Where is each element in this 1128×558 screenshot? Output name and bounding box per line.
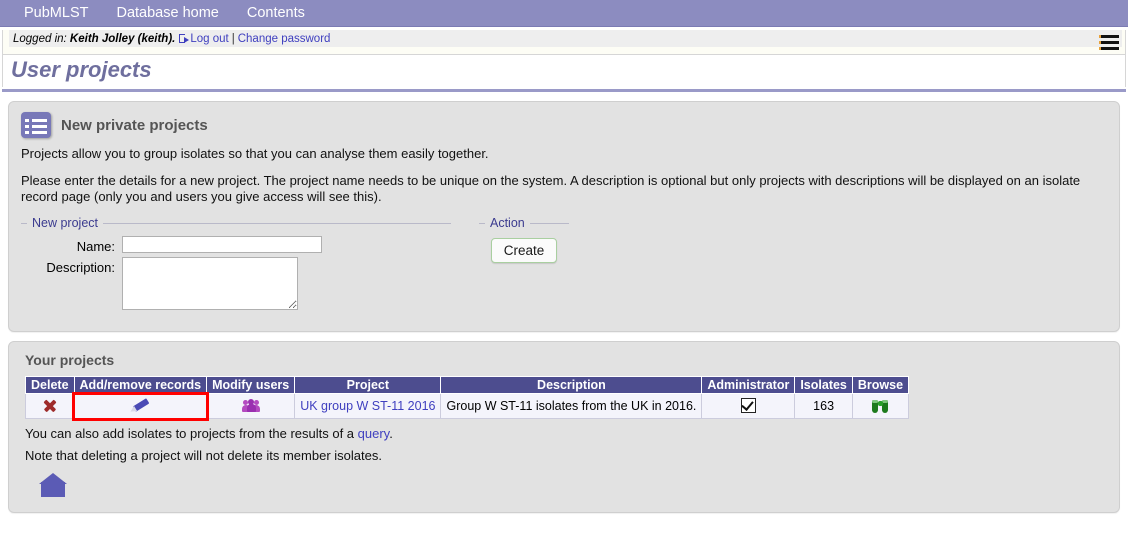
page-title: User projects: [11, 57, 152, 82]
logout-icon: [179, 33, 190, 44]
hamburger-bar: [1099, 41, 1119, 44]
title-divider: [2, 89, 1126, 92]
projects-description-paragraph-1: Projects allow you to group isolates so …: [21, 146, 489, 161]
description-label: Description:: [46, 260, 115, 275]
nav-item-database-home[interactable]: Database home: [102, 5, 232, 21]
page-title-container: User projects: [2, 55, 1126, 87]
users-icon[interactable]: [241, 398, 260, 413]
action-legend: Action: [490, 216, 525, 230]
column-header-add-remove-records: Add/remove records: [73, 376, 208, 394]
logged-in-username: Keith Jolley (keith).: [69, 32, 176, 45]
new-project-legend: New project: [32, 216, 98, 230]
column-header-description: Description: [440, 376, 703, 394]
name-label: Name:: [76, 239, 115, 254]
home-icon[interactable]: [39, 473, 67, 497]
new-project-fieldset: New project Name: Description:: [21, 216, 451, 319]
home-bar: [39, 473, 1107, 500]
cell-browse[interactable]: [851, 393, 910, 419]
cell-modify-users[interactable]: [206, 393, 296, 419]
panel-header: New private projects: [21, 112, 1107, 138]
project-link[interactable]: UK group W ST-11 2016: [300, 399, 435, 413]
cell-project[interactable]: UK group W ST-11 2016: [294, 393, 442, 419]
checked-checkbox-icon: [740, 398, 756, 413]
nav-item-pubmlst[interactable]: PubMLST: [10, 5, 102, 21]
login-bar-separator: |: [231, 32, 235, 45]
pencil-icon[interactable]: [130, 399, 150, 413]
login-bar-container: Logged in: Keith Jolley (keith). Log out…: [2, 30, 1126, 55]
description-field-row: Description:: [27, 257, 445, 310]
query-footnote-text-after: .: [389, 426, 393, 441]
hamburger-bar: [1099, 35, 1119, 38]
login-bar: Logged in: Keith Jolley (keith). Log out…: [9, 30, 1122, 47]
action-fieldset: Action Create: [479, 216, 569, 269]
new-private-projects-panel: New private projects Projects allow you …: [8, 101, 1120, 332]
name-field-row: Name:: [27, 236, 445, 254]
query-footnote: You can also add isolates to projects fr…: [25, 426, 1107, 441]
hamburger-bar: [1099, 47, 1119, 50]
cell-description: Group W ST-11 isolates from the UK in 20…: [440, 393, 703, 419]
red-x-icon[interactable]: [43, 399, 56, 412]
cell-add-remove-records[interactable]: [72, 391, 209, 421]
hamburger-menu-icon[interactable]: [1099, 32, 1121, 52]
column-header-administrator: Administrator: [701, 376, 796, 394]
column-header-modify-users: Modify users: [206, 376, 296, 394]
logged-in-label: Logged in:: [13, 32, 67, 45]
new-project-form: New project Name: Description: Action Cr…: [21, 216, 1107, 319]
project-description-textarea[interactable]: [122, 257, 298, 310]
list-icon: [21, 112, 51, 138]
logout-link[interactable]: Log out: [190, 33, 228, 45]
column-header-isolates: Isolates: [794, 376, 853, 394]
cell-delete[interactable]: [25, 393, 75, 419]
delete-footnote: Note that deleting a project will not de…: [25, 448, 382, 463]
column-header-project: Project: [294, 376, 442, 394]
table-header-row: Delete Add/remove records Modify users P…: [25, 376, 910, 394]
projects-table: Delete Add/remove records Modify users P…: [25, 376, 910, 421]
panel-heading: New private projects: [61, 116, 208, 134]
your-projects-panel: Your projects Delete Add/remove records …: [8, 341, 1120, 513]
top-navigation-bar: PubMLST Database home Contents: [0, 0, 1128, 27]
create-button[interactable]: Create: [490, 238, 558, 263]
nav-item-contents[interactable]: Contents: [233, 5, 319, 21]
change-password-link[interactable]: Change password: [238, 33, 331, 45]
table-row: UK group W ST-11 2016 Group W ST-11 isol…: [25, 391, 910, 421]
project-name-input[interactable]: [122, 236, 322, 253]
query-link[interactable]: query: [358, 426, 390, 441]
column-header-delete: Delete: [25, 376, 75, 394]
cell-administrator: [701, 393, 796, 419]
binoculars-icon[interactable]: [871, 399, 889, 413]
your-projects-heading: Your projects: [25, 352, 115, 368]
query-footnote-text-before: You can also add isolates to projects fr…: [25, 426, 358, 441]
cell-isolates: 163: [794, 393, 853, 419]
column-header-browse: Browse: [851, 376, 910, 394]
projects-description-paragraph-2: Please enter the details for a new proje…: [21, 173, 1081, 204]
